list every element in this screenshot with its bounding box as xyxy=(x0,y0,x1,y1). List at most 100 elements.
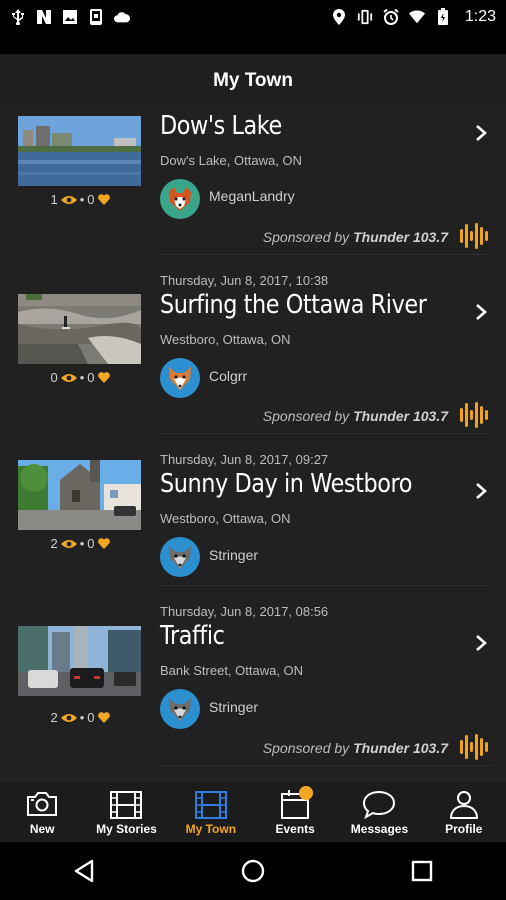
chevron-right-icon[interactable] xyxy=(474,124,488,142)
film-strip-icon xyxy=(194,791,227,819)
like-count: 0 xyxy=(87,370,95,385)
film-strip-icon xyxy=(110,791,143,819)
story-thumbnail[interactable] xyxy=(18,460,141,530)
view-count: 0 xyxy=(50,370,58,385)
status-bar: 1:23 xyxy=(0,0,506,33)
heart-icon xyxy=(97,538,110,549)
nav-item-my-town[interactable]: My Town xyxy=(169,782,253,842)
recents-icon[interactable] xyxy=(408,857,436,885)
nav-label: Messages xyxy=(350,822,409,836)
camera-icon xyxy=(27,792,58,816)
story-date: Thursday, Jun 8, 2017, 08:56 xyxy=(160,604,329,619)
sponsor-name: Thunder 103.7 xyxy=(353,408,448,424)
story-title[interactable]: Surfing the Ottawa River xyxy=(160,290,427,320)
sponsor-prefix: Sponsored by xyxy=(262,740,350,756)
thunder-logo-icon[interactable] xyxy=(459,732,489,762)
story-date: Thursday, Jun 8, 2017, 09:27 xyxy=(160,452,329,467)
sponsor-name: Thunder 103.7 xyxy=(353,740,448,756)
cloud-icon xyxy=(114,9,130,25)
stats-separator: • xyxy=(79,192,85,207)
location-icon xyxy=(331,8,347,25)
chevron-right-icon[interactable] xyxy=(474,634,488,652)
vibrate-icon xyxy=(357,9,373,25)
story-list[interactable]: 1 • 0 Dow's Lake Dow's Lake, Ottawa, ON … xyxy=(0,108,506,782)
person-icon xyxy=(449,791,478,819)
story-stats: 0 • 0 xyxy=(0,370,160,385)
story-username[interactable]: Stringer xyxy=(209,547,258,563)
story-username[interactable]: MeganLandry xyxy=(209,188,295,204)
list-divider xyxy=(160,765,492,766)
status-time: 1:23 xyxy=(464,7,496,25)
view-count: 2 xyxy=(50,536,58,551)
story-location: Dow's Lake, Ottawa, ON xyxy=(160,153,302,168)
story-stats: 2 • 0 xyxy=(0,536,160,551)
nav-label: My Town xyxy=(185,822,237,836)
story-location: Westboro, Ottawa, ON xyxy=(160,332,291,347)
story-username[interactable]: Stringer xyxy=(209,699,258,715)
status-bar-left xyxy=(10,8,130,25)
nav-item-profile[interactable]: Profile xyxy=(422,782,506,842)
eye-icon xyxy=(60,713,77,722)
story-thumbnail[interactable] xyxy=(18,626,141,696)
page-title: My Town xyxy=(213,70,293,91)
heart-icon xyxy=(97,712,110,723)
back-icon[interactable] xyxy=(70,857,98,885)
red-panda-avatar[interactable] xyxy=(160,179,200,219)
story-title[interactable]: Sunny Day in Westboro xyxy=(160,469,412,499)
nav-item-events[interactable]: Events xyxy=(253,782,337,842)
story-location: Westboro, Ottawa, ON xyxy=(160,511,291,526)
thunder-logo-icon[interactable] xyxy=(459,221,489,251)
story-username[interactable]: Colgrr xyxy=(209,368,247,384)
like-count: 0 xyxy=(87,710,95,725)
stats-separator: • xyxy=(79,710,85,725)
nav-label: Events xyxy=(275,822,315,836)
view-count: 2 xyxy=(50,710,58,725)
chevron-right-icon[interactable] xyxy=(474,482,488,500)
chevron-right-icon[interactable] xyxy=(474,303,488,321)
sponsor-text: Sponsored by Thunder 103.7 xyxy=(263,229,448,245)
alarm-icon xyxy=(383,8,399,25)
story-list-item[interactable]: 1 • 0 Dow's Lake Dow's Lake, Ottawa, ON … xyxy=(0,108,506,255)
nav-item-messages[interactable]: Messages xyxy=(337,782,421,842)
story-list-item[interactable]: 2 • 0 Thursday, Jun 8, 2017, 08:56 Traff… xyxy=(0,586,506,766)
story-list-item[interactable]: 2 • 0 Thursday, Jun 8, 2017, 09:27 Sunny… xyxy=(0,434,506,586)
sponsor-prefix: Sponsored by xyxy=(262,408,350,424)
wifi-icon xyxy=(408,9,425,25)
eye-icon xyxy=(60,195,77,204)
story-thumbnail[interactable] xyxy=(18,294,141,364)
like-count: 0 xyxy=(87,536,95,551)
nfc-n-icon xyxy=(36,9,52,25)
stats-separator: • xyxy=(79,370,85,385)
story-thumbnail[interactable] xyxy=(18,116,141,186)
nav-item-new[interactable]: New xyxy=(0,782,84,842)
heart-icon xyxy=(97,194,110,205)
wolf-avatar[interactable] xyxy=(160,537,200,577)
usb-icon xyxy=(10,8,26,25)
sponsor-text: Sponsored by Thunder 103.7 xyxy=(263,740,448,756)
view-count: 1 xyxy=(50,192,58,207)
app-bar: My Town xyxy=(0,54,506,109)
like-count: 0 xyxy=(87,192,95,207)
nav-item-my-stories[interactable]: My Stories xyxy=(84,782,168,842)
story-title[interactable]: Dow's Lake xyxy=(160,111,282,141)
story-stats: 1 • 0 xyxy=(0,192,160,207)
image-icon xyxy=(62,9,78,25)
bottom-nav: New My Stories My Town Events Messages P… xyxy=(0,782,506,842)
battery-icon xyxy=(435,8,451,25)
home-icon[interactable] xyxy=(239,857,267,885)
nav-label: Profile xyxy=(445,822,483,836)
phone-notification-icon xyxy=(88,8,104,25)
story-location: Bank Street, Ottawa, ON xyxy=(160,663,304,678)
sponsor-text: Sponsored by Thunder 103.7 xyxy=(263,408,448,424)
wolf-avatar[interactable] xyxy=(160,689,200,729)
chat-bubble-icon xyxy=(363,790,396,820)
story-stats: 2 • 0 xyxy=(0,710,160,725)
sponsor-name: Thunder 103.7 xyxy=(353,229,448,245)
thunder-logo-icon[interactable] xyxy=(459,400,489,430)
fox-avatar[interactable] xyxy=(160,358,200,398)
story-title[interactable]: Traffic xyxy=(160,621,225,651)
story-list-item[interactable]: 0 • 0 Thursday, Jun 8, 2017, 10:38 Surfi… xyxy=(0,255,506,434)
nav-label: My Stories xyxy=(96,822,157,836)
story-date: Thursday, Jun 8, 2017, 10:38 xyxy=(160,273,329,288)
nav-label: New xyxy=(29,822,55,836)
